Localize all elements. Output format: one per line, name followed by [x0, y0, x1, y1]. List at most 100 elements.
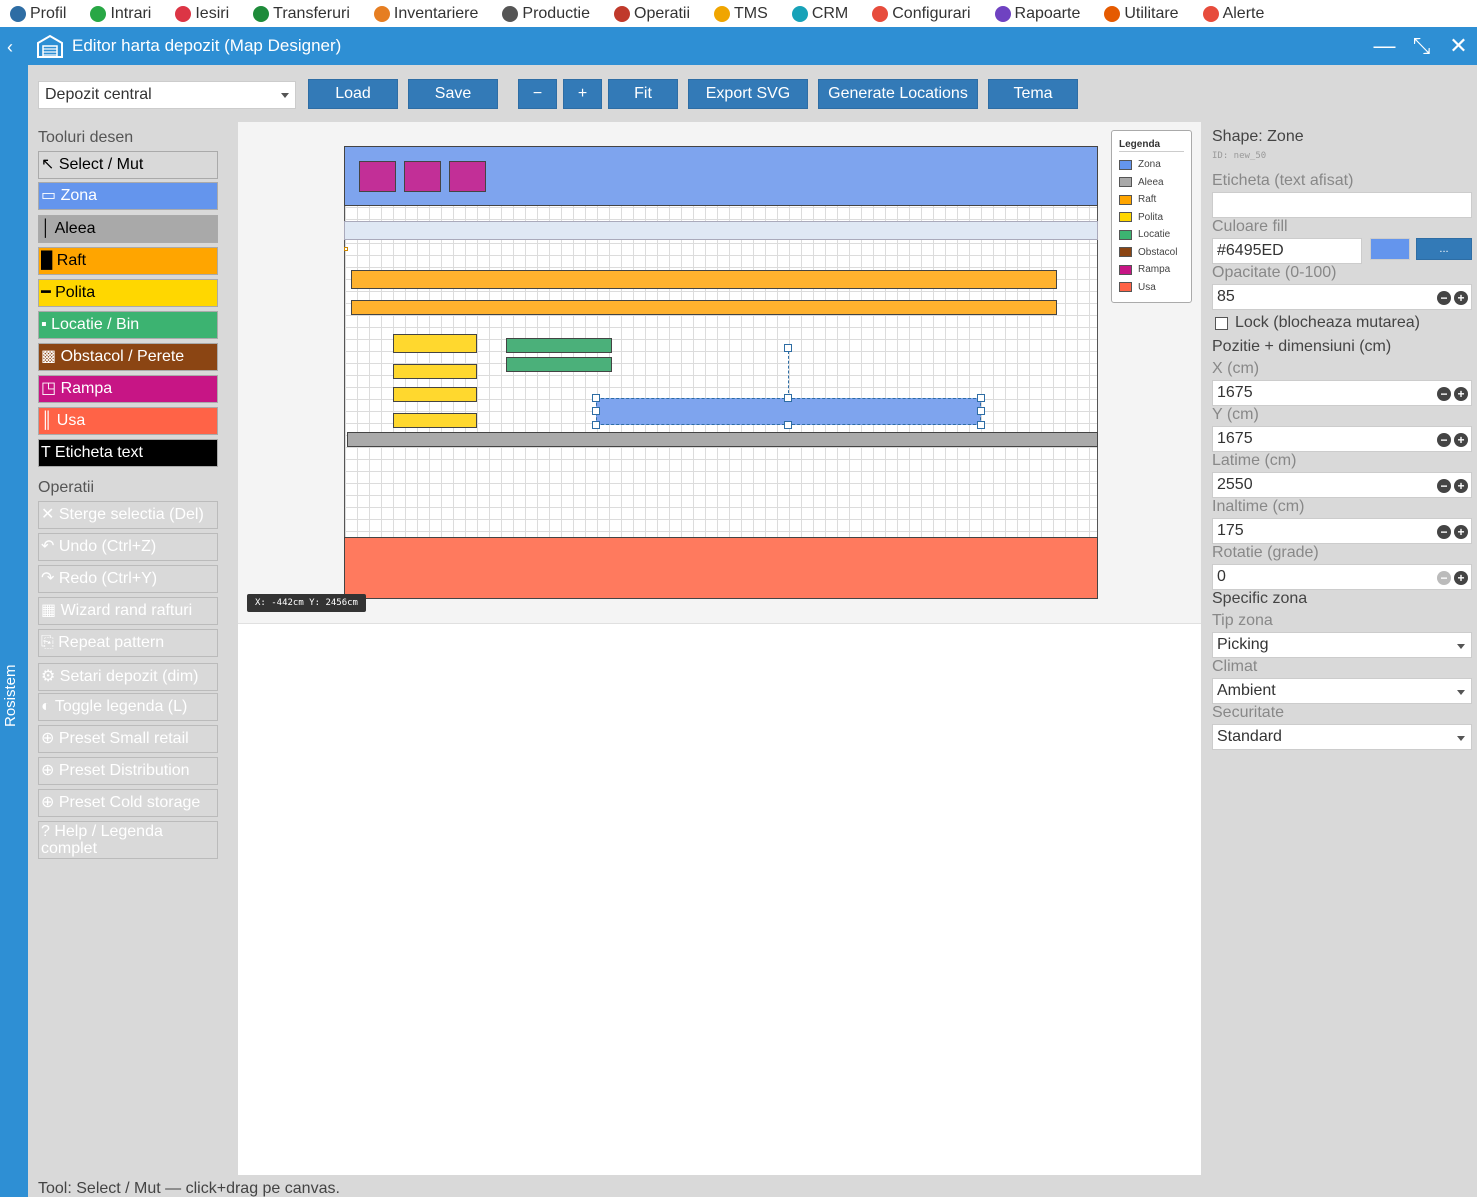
- menu-item-intrari[interactable]: Intrari: [90, 5, 151, 23]
- zoom-out-button[interactable]: −: [518, 79, 557, 109]
- operation-button-1[interactable]: ↶ Undo (Ctrl+Z): [38, 533, 218, 561]
- resize-handle[interactable]: [592, 421, 600, 429]
- load-button[interactable]: Load: [308, 79, 398, 109]
- collapse-arrow-icon[interactable]: ‹: [7, 37, 13, 58]
- operation-button-4[interactable]: ⎘ Repeat pattern: [38, 629, 218, 657]
- height-field[interactable]: 175 − +: [1212, 518, 1472, 544]
- zoom-in-button[interactable]: +: [563, 79, 602, 109]
- map-canvas[interactable]: X: -442cm Y: 2456cm Legenda Zona Aleea Raf…: [238, 122, 1201, 1175]
- climate-select[interactable]: Ambient: [1212, 678, 1472, 704]
- resize-handle[interactable]: [977, 407, 985, 415]
- plus-icon[interactable]: +: [1454, 479, 1468, 493]
- menu-item-utilitare[interactable]: Utilitare: [1104, 5, 1179, 23]
- opacity-field[interactable]: 85 − +: [1212, 284, 1472, 310]
- ramp-shape[interactable]: [359, 161, 396, 192]
- fit-button[interactable]: Fit: [608, 79, 678, 109]
- close-icon[interactable]: ✕: [1440, 33, 1477, 59]
- fill-color-field[interactable]: #6495ED: [1212, 238, 1362, 264]
- color-picker-button[interactable]: ...: [1416, 238, 1472, 260]
- rotation-handle[interactable]: [784, 344, 792, 352]
- resize-handle[interactable]: [784, 421, 792, 429]
- warehouse-select[interactable]: Depozit central: [38, 81, 296, 109]
- plus-icon[interactable]: +: [1454, 525, 1468, 539]
- resize-handle[interactable]: [977, 394, 985, 402]
- location-shape[interactable]: [506, 338, 612, 353]
- warehouse-grid[interactable]: [344, 146, 1098, 599]
- location-shape[interactable]: [506, 357, 612, 372]
- restore-icon[interactable]: ⤡: [1403, 33, 1440, 59]
- aisle-shape[interactable]: [347, 432, 1098, 447]
- plus-icon[interactable]: +: [1454, 433, 1468, 447]
- menu-item-profil[interactable]: Profil: [10, 5, 66, 23]
- tool-button-9[interactable]: T Eticheta text: [38, 439, 218, 467]
- tool-button-7[interactable]: ◳ Rampa: [38, 375, 218, 403]
- aisle-shape[interactable]: [344, 221, 1098, 240]
- operation-button-2[interactable]: ↷ Redo (Ctrl+Y): [38, 565, 218, 593]
- rack-shape[interactable]: [351, 270, 1057, 289]
- minus-icon[interactable]: −: [1437, 479, 1451, 493]
- resize-handle[interactable]: [784, 394, 792, 402]
- menu-item-productie[interactable]: Productie: [502, 5, 590, 23]
- width-field[interactable]: 2550 − +: [1212, 472, 1472, 498]
- shelf-shape[interactable]: [393, 364, 477, 379]
- operation-button-5[interactable]: ⚙ Setari depozit (dim): [38, 663, 218, 691]
- door-shape[interactable]: [344, 537, 1098, 599]
- save-button[interactable]: Save: [408, 79, 498, 109]
- menu-item-rapoarte[interactable]: Rapoarte: [994, 5, 1080, 23]
- ramp-shape[interactable]: [449, 161, 486, 192]
- lock-checkbox[interactable]: [1215, 317, 1228, 330]
- menu-item-inventariere[interactable]: Inventariere: [373, 5, 478, 23]
- menu-item-alerte[interactable]: Alerte: [1202, 5, 1264, 23]
- minus-icon[interactable]: −: [1437, 291, 1451, 305]
- resize-handle[interactable]: [592, 394, 600, 402]
- operation-button-7[interactable]: ⊕ Preset Small retail: [38, 725, 218, 753]
- minus-icon[interactable]: −: [1437, 525, 1451, 539]
- rack-shape[interactable]: [351, 300, 1057, 315]
- ramp-shape[interactable]: [404, 161, 441, 192]
- tool-button-0[interactable]: ↖ Select / Mut: [38, 151, 218, 179]
- minus-icon[interactable]: −: [1437, 387, 1451, 401]
- minus-icon[interactable]: −: [1437, 433, 1451, 447]
- side-strip-label[interactable]: Rosistem: [2, 664, 19, 727]
- operation-button-3[interactable]: ▦ Wizard rand rafturi: [38, 597, 218, 625]
- menu-item-transferuri[interactable]: Transferuri: [253, 5, 350, 23]
- plus-icon[interactable]: +: [1454, 571, 1468, 585]
- export-svg-button[interactable]: Export SVG: [688, 79, 808, 109]
- tool-button-3[interactable]: █ Raft: [38, 247, 218, 275]
- label-field[interactable]: [1212, 192, 1472, 218]
- operation-button-6[interactable]: ◐ Toggle legenda (L): [38, 693, 218, 721]
- resize-handle[interactable]: [977, 421, 985, 429]
- minus-icon[interactable]: −: [1437, 571, 1451, 585]
- tool-button-6[interactable]: ▩ Obstacol / Perete: [38, 343, 218, 371]
- resize-handle[interactable]: [592, 407, 600, 415]
- fill-color-swatch[interactable]: [1370, 238, 1410, 260]
- x-field[interactable]: 1675 − +: [1212, 380, 1472, 406]
- tool-button-1[interactable]: ▭ Zona: [38, 182, 218, 210]
- menu-item-iesiri[interactable]: Iesiri: [175, 5, 229, 23]
- security-select[interactable]: Standard: [1212, 724, 1472, 750]
- menu-item-operatii[interactable]: Operatii: [614, 5, 690, 23]
- operation-button-9[interactable]: ⊕ Preset Cold storage: [38, 789, 218, 817]
- tool-button-4[interactable]: ━ Polita: [38, 279, 218, 307]
- generate-locations-button[interactable]: Generate Locations: [818, 79, 978, 109]
- tool-button-2[interactable]: │ Aleea: [38, 215, 218, 243]
- plus-icon[interactable]: +: [1454, 291, 1468, 305]
- menu-item-crm[interactable]: CRM: [791, 5, 848, 23]
- plus-icon[interactable]: +: [1454, 387, 1468, 401]
- operation-button-8[interactable]: ⊕ Preset Distribution: [38, 757, 218, 785]
- menu-item-tms[interactable]: TMS: [714, 5, 768, 23]
- operation-button-0[interactable]: ✕ Sterge selectia (Del): [38, 501, 218, 529]
- menu-item-configurari[interactable]: Configurari: [872, 5, 971, 23]
- zone-type-select[interactable]: Picking: [1212, 632, 1472, 658]
- rotation-field[interactable]: 0 − +: [1212, 564, 1472, 590]
- y-field[interactable]: 1675 − +: [1212, 426, 1472, 452]
- shelf-shape[interactable]: [393, 387, 477, 402]
- operation-button-10[interactable]: ? Help / Legenda complet: [38, 821, 218, 859]
- minimize-icon[interactable]: —: [1366, 33, 1403, 59]
- shelf-shape[interactable]: [393, 413, 477, 428]
- tool-button-5[interactable]: ▪ Locatie / Bin: [38, 311, 218, 339]
- tool-button-8[interactable]: ║ Usa: [38, 407, 218, 435]
- shelf-shape[interactable]: [393, 334, 477, 353]
- theme-button[interactable]: Tema: [988, 79, 1078, 109]
- canvas-viewport[interactable]: X: -442cm Y: 2456cm Legenda Zona Aleea Raf…: [238, 122, 1201, 624]
